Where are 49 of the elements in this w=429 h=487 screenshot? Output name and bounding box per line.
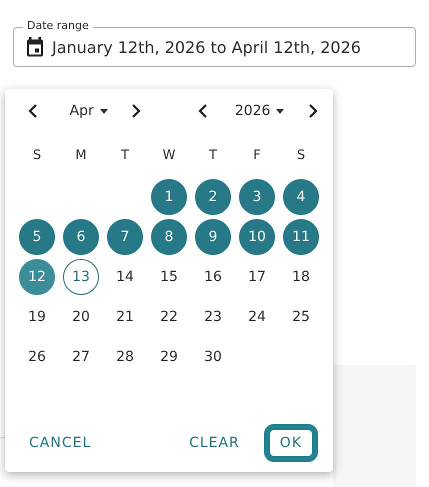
weekday-label: S (32, 146, 42, 164)
calendar-day[interactable]: 6 (63, 219, 99, 255)
calendar-day[interactable]: 1 (151, 179, 187, 215)
month-select[interactable]: Apr (66, 103, 112, 119)
calendar-day[interactable]: 19 (19, 299, 55, 335)
chevron-right-icon (131, 104, 142, 118)
calendar-day[interactable]: 12 (19, 259, 55, 295)
calendar-day[interactable]: 16 (195, 259, 231, 295)
weekday-label: M (74, 146, 88, 164)
calendar-day[interactable]: 4 (283, 179, 319, 215)
chevron-left-icon (28, 104, 38, 118)
year-select[interactable]: 2026 (230, 103, 288, 119)
calendar-day[interactable]: 7 (107, 219, 143, 255)
calendar-day[interactable]: 13 (63, 259, 99, 295)
calendar-day[interactable]: 20 (63, 299, 99, 335)
calendar-day[interactable]: 18 (283, 259, 319, 295)
calendar-day[interactable]: 3 (239, 179, 275, 215)
calendar-day[interactable]: 14 (107, 259, 143, 295)
calendar-day[interactable]: 28 (107, 339, 143, 375)
calendar-day[interactable]: 5 (19, 219, 55, 255)
chevron-left-icon (198, 104, 208, 118)
weekday-label: T (208, 146, 218, 164)
calendar-day[interactable]: 29 (151, 339, 187, 375)
calendar-day[interactable]: 25 (283, 299, 319, 335)
caret-icon (276, 108, 284, 114)
calendar-day[interactable]: 10 (239, 219, 275, 255)
calendar-day[interactable]: 11 (283, 219, 319, 255)
calendar-day[interactable]: 30 (195, 339, 231, 375)
calendar-day[interactable]: 8 (151, 219, 187, 255)
weekday-label: S (296, 146, 306, 164)
calendar-day[interactable]: 2 (195, 179, 231, 215)
field-value: January 12th, 2026 to April 12th, 2026 (52, 38, 361, 56)
calendar-day[interactable]: 23 (195, 299, 231, 335)
calendar-day[interactable]: 17 (239, 259, 275, 295)
calendar-icon (26, 37, 44, 57)
calendar-day[interactable]: 26 (19, 339, 55, 375)
weekday-label: T (120, 146, 130, 164)
calendar-day[interactable]: 21 (107, 299, 143, 335)
calendar-day[interactable]: 24 (239, 299, 275, 335)
field-label: Date range (23, 19, 93, 33)
caret-icon (100, 108, 108, 114)
calendar-day[interactable]: 27 (63, 339, 99, 375)
calendar-day[interactable]: 15 (151, 259, 187, 295)
calendar-day[interactable]: 9 (195, 219, 231, 255)
weekday-label: W (162, 146, 176, 164)
weekday-label: F (252, 146, 262, 164)
chevron-right-icon (308, 104, 318, 118)
calendar-day[interactable]: 22 (151, 299, 187, 335)
ok-button[interactable]: OK (264, 424, 318, 462)
